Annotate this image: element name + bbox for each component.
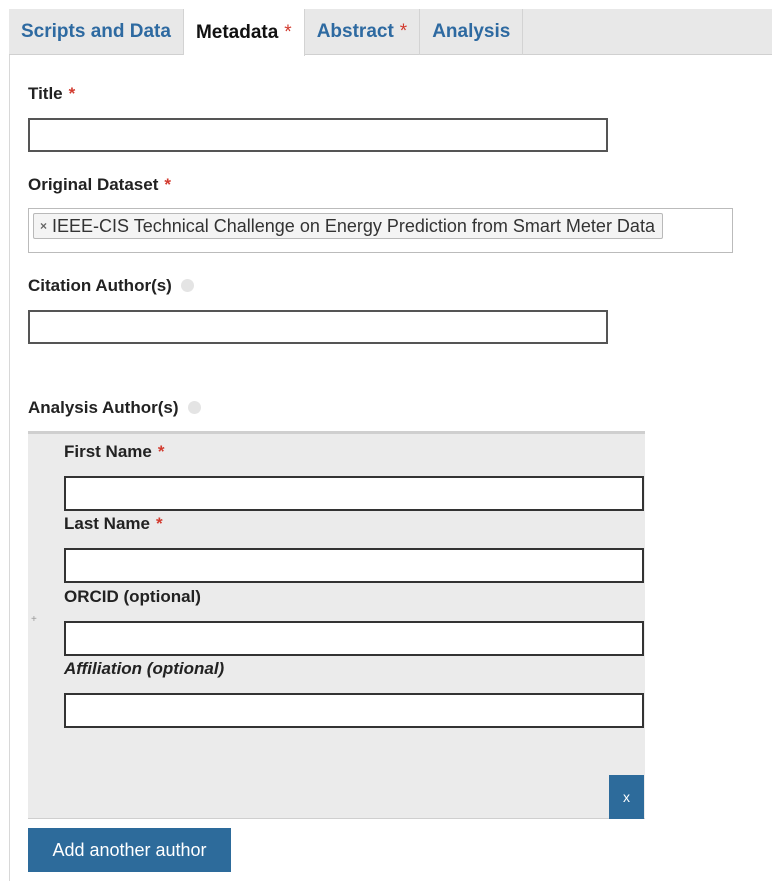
required-marker: *	[157, 442, 165, 461]
help-icon[interactable]	[180, 279, 194, 293]
title-label-text: Title	[28, 84, 63, 103]
original-dataset-select[interactable]: × IEEE-CIS Technical Challenge on Energy…	[28, 208, 733, 253]
required-marker: *	[399, 21, 408, 42]
tab-label: Analysis	[432, 21, 511, 42]
analysis-authors-label: Analysis Author(s)	[28, 398, 201, 418]
last-name-label-text: Last Name	[64, 514, 150, 533]
tab-metadata[interactable]: Metadata *	[183, 9, 305, 56]
selected-dataset-label: IEEE-CIS Technical Challenge on Energy P…	[52, 215, 655, 236]
add-another-author-button[interactable]: Add another author	[28, 828, 231, 872]
required-marker: *	[155, 514, 163, 533]
metadata-form-page: Scripts and Data Metadata * Abstract * A…	[0, 0, 772, 881]
citation-authors-label-text: Citation Author(s)	[28, 276, 172, 295]
first-name-label: First Name *	[64, 442, 165, 462]
first-name-label-text: First Name	[64, 442, 152, 461]
citation-authors-label: Citation Author(s)	[28, 276, 194, 296]
drag-handle-icon[interactable]: +	[31, 614, 37, 625]
tab-label: Scripts and Data	[21, 21, 171, 42]
last-name-input[interactable]	[64, 548, 644, 583]
content-border	[9, 55, 10, 881]
remove-tag-icon[interactable]: ×	[40, 219, 47, 233]
orcid-label: ORCID (optional)	[64, 587, 201, 606]
required-marker: *	[68, 84, 76, 103]
tab-label: Abstract	[316, 21, 394, 42]
title-input[interactable]	[28, 118, 608, 152]
title-label: Title *	[28, 84, 75, 104]
analysis-authors-label-text: Analysis Author(s)	[28, 398, 179, 417]
required-marker: *	[284, 21, 292, 43]
affiliation-label: Affiliation (optional)	[64, 659, 225, 678]
author-entry-panel: + First Name * Last Name * ORCID (optional…	[28, 431, 645, 819]
orcid-input[interactable]	[64, 621, 644, 656]
required-marker: *	[164, 175, 171, 194]
help-icon[interactable]	[187, 401, 201, 415]
citation-authors-input[interactable]	[28, 310, 608, 344]
original-dataset-label-text: Original Dataset	[28, 175, 159, 194]
last-name-label: Last Name *	[64, 514, 163, 534]
first-name-input[interactable]	[64, 476, 644, 511]
tab-label: Metadata	[195, 21, 279, 43]
tab-scripts-and-data[interactable]: Scripts and Data	[9, 9, 184, 55]
affiliation-input[interactable]	[64, 693, 644, 728]
tab-bar: Scripts and Data Metadata * Abstract * A…	[9, 9, 772, 56]
original-dataset-label: Original Dataset *	[28, 175, 171, 195]
remove-author-button[interactable]: x	[609, 775, 644, 819]
selected-dataset-tag: × IEEE-CIS Technical Challenge on Energy…	[33, 213, 663, 239]
tab-analysis[interactable]: Analysis	[420, 9, 524, 55]
tab-abstract[interactable]: Abstract *	[305, 9, 421, 55]
